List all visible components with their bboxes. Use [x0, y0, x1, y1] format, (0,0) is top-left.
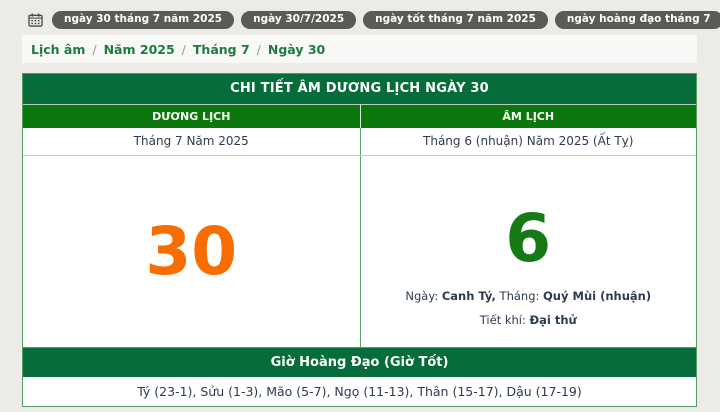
solar-column-header: DƯƠNG LỊCH [23, 105, 360, 128]
solar-term-info: Tiết khí: Đại thử [480, 313, 577, 327]
month-row: Tháng 7 Năm 2025 Tháng 6 (nhuận) Năm 202… [23, 128, 696, 156]
auspicious-hours-header: Giờ Hoàng Đạo (Giờ Tốt) [23, 347, 696, 377]
tag-pill-short-date[interactable]: ngày 30/7/2025 [241, 11, 356, 30]
lunar-day-cell: 6 Ngày: Canh Tý, Tháng: Quý Mùi (nhuận) … [360, 156, 697, 347]
lunar-column-header: ÂM LỊCH [360, 105, 697, 128]
solar-term-label: Tiết khí: [480, 313, 526, 327]
solar-day-cell: 30 [23, 156, 360, 347]
tags-row: ngày 30 tháng 7 năm 2025 ngày 30/7/2025 … [0, 0, 720, 30]
tag-pill-zodiac-days[interactable]: ngày hoàng đạo tháng 7 [555, 11, 720, 30]
breadcrumb: Lịch âm / Năm 2025 / Tháng 7 / Ngày 30 [22, 35, 697, 63]
breadcrumb-item-year[interactable]: Năm 2025 [104, 42, 175, 57]
lunar-day-number: 6 [505, 206, 551, 272]
solar-day-number: 30 [145, 219, 237, 285]
breadcrumb-separator: / [182, 42, 186, 57]
lunar-month-label: Tháng: [500, 289, 540, 303]
calendar-icon [28, 13, 43, 27]
solar-term-value: Đại thử [530, 313, 577, 327]
day-number-row: 30 6 Ngày: Canh Tý, Tháng: Quý Mùi (nhuậ… [23, 156, 696, 347]
breadcrumb-separator: / [257, 42, 261, 57]
breadcrumb-separator: / [92, 42, 96, 57]
lunar-day-month-info: Ngày: Canh Tý, Tháng: Quý Mùi (nhuận) [405, 289, 651, 303]
tag-pill-day-month-year[interactable]: ngày 30 tháng 7 năm 2025 [52, 11, 234, 30]
lunar-month-label: Tháng 6 (nhuận) Năm 2025 (Ất Tỵ) [360, 128, 697, 155]
breadcrumb-item-month[interactable]: Tháng 7 [193, 42, 250, 57]
auspicious-hours-list: Tý (23-1), Sửu (1-3), Mão (5-7), Ngọ (11… [23, 377, 696, 406]
calendar-detail-table: CHI TIẾT ÂM DƯƠNG LỊCH NGÀY 30 DƯƠNG LỊC… [22, 73, 697, 407]
solar-month-label: Tháng 7 Năm 2025 [23, 128, 360, 155]
breadcrumb-item-day[interactable]: Ngày 30 [268, 42, 325, 57]
lunar-month-canchi: Quý Mùi (nhuận) [543, 289, 651, 303]
lunar-day-canchi: Canh Tý, [442, 289, 496, 303]
column-headers-row: DƯƠNG LỊCH ÂM LỊCH [23, 104, 696, 128]
breadcrumb-item-lich-am[interactable]: Lịch âm [31, 42, 85, 57]
lunar-day-label: Ngày: [405, 289, 438, 303]
tag-pill-good-days[interactable]: ngày tốt tháng 7 năm 2025 [363, 11, 548, 30]
table-title: CHI TIẾT ÂM DƯƠNG LỊCH NGÀY 30 [23, 74, 696, 104]
